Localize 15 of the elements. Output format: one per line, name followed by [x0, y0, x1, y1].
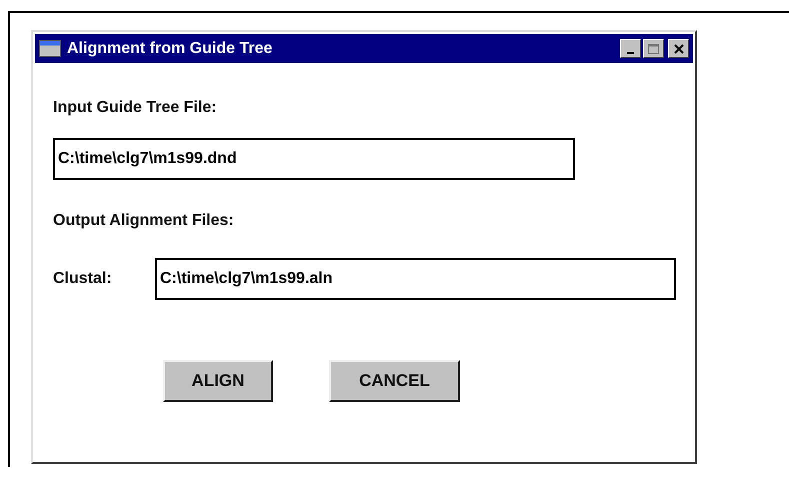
- field-label: Clustal:: [53, 270, 113, 288]
- input-field[interactable]: C:\time\clg7\m1s99.dnd: [53, 138, 575, 180]
- window-title: Alignment from Guide Tree: [67, 40, 274, 58]
- maximize-icon: [648, 44, 659, 54]
- input-label: Input Guide Tree File:: [53, 99, 218, 117]
- dialog-button[interactable]: CANCEL: [329, 360, 460, 402]
- dialog-button[interactable]: ALIGN: [163, 360, 273, 402]
- window-icon: [39, 40, 61, 57]
- maximize-button[interactable]: [643, 39, 664, 58]
- minimize-icon: [627, 52, 634, 54]
- close-icon: [674, 44, 684, 54]
- close-button[interactable]: [668, 39, 689, 58]
- input-field[interactable]: C:\time\clg7\m1s99.aln: [155, 258, 676, 300]
- minimize-button[interactable]: [620, 39, 641, 58]
- output-label: Output Alignment Files:: [53, 212, 235, 230]
